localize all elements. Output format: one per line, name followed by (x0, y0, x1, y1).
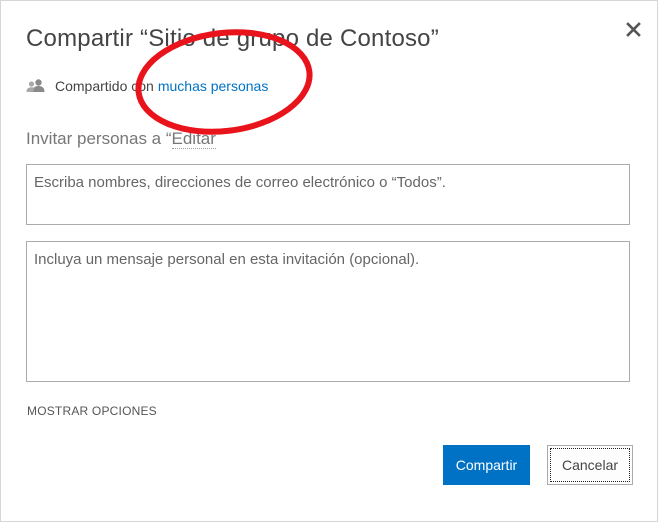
shared-with-row: Compartido con muchas personas (26, 77, 268, 95)
close-icon (626, 22, 641, 37)
cancel-button[interactable]: Cancelar (547, 445, 633, 485)
dialog-title: Compartir “Sitio de grupo de Contoso” (26, 25, 439, 52)
shared-with-link[interactable]: muchas personas (158, 78, 269, 94)
cancel-button-label: Cancelar (561, 457, 619, 473)
close-button[interactable] (623, 19, 645, 41)
invite-label: Invitar personas a “Editar (26, 129, 216, 149)
people-picker-input[interactable]: Escriba nombres, direcciones de correo e… (26, 164, 630, 225)
people-icon (26, 78, 46, 94)
shared-with-label: Compartido con (55, 78, 154, 94)
show-options-link[interactable]: MOSTRAR OPCIONES (27, 404, 157, 418)
personal-message-placeholder: Incluya un mensaje personal en esta invi… (34, 251, 420, 268)
invite-label-text: Invitar personas a “ (26, 129, 172, 148)
permission-level-link[interactable]: Editar (171, 129, 216, 149)
people-picker-placeholder: Escriba nombres, direcciones de correo e… (34, 174, 446, 191)
share-button[interactable]: Compartir (443, 445, 530, 485)
share-dialog: Compartir “Sitio de grupo de Contoso” Co… (0, 0, 658, 522)
personal-message-textarea[interactable]: Incluya un mensaje personal en esta invi… (26, 241, 630, 382)
